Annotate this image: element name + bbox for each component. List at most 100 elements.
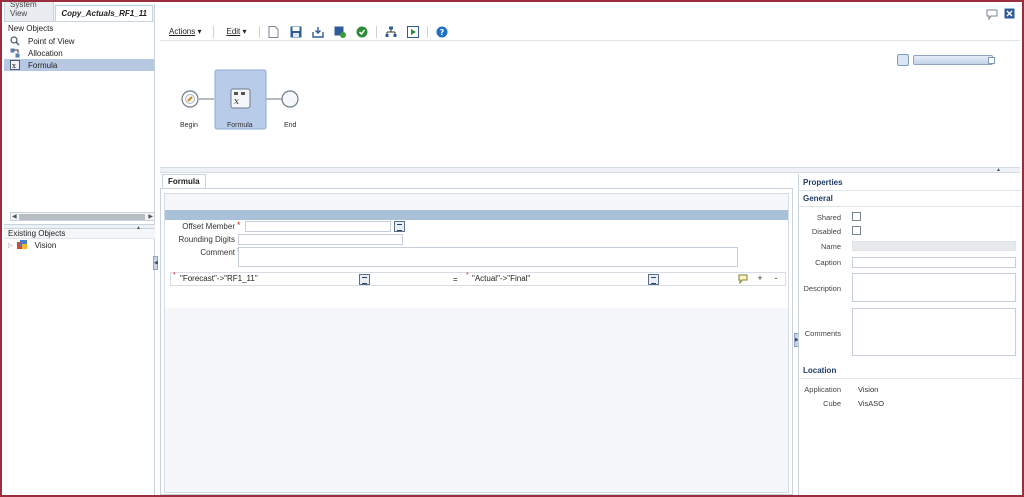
offset-member-field[interactable] [245,221,391,232]
existing-object-vision[interactable]: ▷ Vision [4,239,155,251]
close-icon[interactable] [1004,8,1016,20]
comment-icon[interactable] [738,274,748,285]
launch-icon[interactable] [406,25,419,38]
expand-arrow-icon[interactable]: ▷ [8,242,13,249]
formula-node-label: Formula [227,122,253,129]
zoom-slider[interactable] [913,55,995,65]
offset-member-label: Offset Member [182,222,235,231]
formula-icon: x [10,60,20,70]
caption-field[interactable] [852,257,1016,268]
begin-node[interactable] [181,90,199,108]
new-object-label: Point of View [28,36,75,46]
save-icon[interactable] [290,26,302,38]
left-panel-collapse-button[interactable]: ◀ [153,256,158,270]
rounding-digits-label: Rounding Digits [178,235,235,244]
left-panel: System View Copy_Actuals_RF1_11 New Obje… [4,2,155,495]
save-as-icon[interactable] [311,26,324,38]
left-horizontal-scrollbar[interactable]: ◀ ▶ [10,212,155,221]
scroll-left-icon[interactable]: ◀ [12,213,17,220]
allocation-icon [10,48,20,58]
begin-node-label: Begin [180,122,198,129]
left-tabs: System View Copy_Actuals_RF1_11 [4,2,154,22]
right-member-picker-icon[interactable] [648,274,659,285]
application-label: Application [804,385,841,394]
canvas-splitter[interactable]: ▲ [160,167,1020,173]
formula-header-band [165,210,788,220]
chat-icon[interactable] [986,8,998,21]
edit-menu[interactable]: Edit ▾ [217,27,255,36]
left-expression-field[interactable]: "Forecast"->"RF1_11" [177,274,355,285]
existing-object-label: Vision [34,240,57,250]
divider [799,190,1022,191]
toolbar-separator [375,25,377,38]
flow-diagram: x [181,69,299,130]
new-objects-title: New Objects [8,24,54,33]
left-member-picker-icon[interactable] [359,274,370,285]
disabled-label: Disabled [811,227,841,236]
disabled-checkbox[interactable] [852,226,861,235]
new-icon[interactable] [268,25,280,38]
toolbar-separator [258,25,260,38]
end-node[interactable] [281,90,299,108]
remove-row-button[interactable]: - [769,274,783,285]
toolbar-separator [213,25,215,38]
flow-canvas[interactable]: x Begin Formula End [160,42,1020,168]
cube-label: Cube [823,399,841,408]
comment-label: Comment [200,248,235,257]
new-object-allocation[interactable]: Allocation [4,47,154,59]
toolbar-separator [426,25,428,38]
name-field [852,241,1016,251]
formula-expression-row: * "Forecast"->"RF1_11" = * "Actual"->"Fi… [170,272,786,286]
help-icon[interactable]: ? [436,26,448,38]
cube-value: VisASO [858,399,885,408]
new-object-point-of-view[interactable]: Point of View [4,35,154,47]
tab-system-view[interactable]: System View [4,2,55,21]
application-icon [16,240,27,250]
collapse-up-icon[interactable]: ▲ [996,167,1001,173]
window-controls [986,8,1016,21]
tab-formula[interactable]: Formula [162,174,206,188]
edit-label: Edit [226,27,241,36]
properties-panel: Properties General Shared Disabled Name … [798,174,1022,495]
description-label: Description [803,284,841,293]
new-object-formula[interactable]: x Formula [4,59,154,71]
tab-copy-actuals[interactable]: Copy_Actuals_RF1_11 [55,5,153,21]
equals-sign: = [453,275,458,284]
zoom-fit-icon[interactable] [897,54,909,66]
scrollbar-thumb[interactable] [19,214,145,220]
caption-label: Caption [815,258,841,267]
existing-objects-section: Existing Objects ▷ Vision [4,229,155,251]
new-object-label: Formula [28,60,58,70]
shared-checkbox[interactable] [852,212,861,221]
rounding-digits-field[interactable] [238,234,403,245]
offset-member-picker-icon[interactable] [394,221,405,232]
formula-body: Offset Member * Rounding Digits Comment … [160,188,793,495]
actions-label: Actions [169,27,196,36]
svg-text:x: x [234,97,239,107]
validate-icon[interactable] [356,26,368,38]
end-node-label: End [284,122,297,129]
actions-menu[interactable]: Actions ▾ [160,27,210,36]
zoom-slider-thumb[interactable] [988,57,995,64]
name-label: Name [820,242,841,251]
comments-label: Comments [804,329,841,338]
location-section-title: Location [803,366,837,375]
deploy-icon[interactable] [334,26,346,38]
new-object-label: Allocation [28,48,63,58]
app-window: System View Copy_Actuals_RF1_11 New Obje… [0,0,1024,497]
flow-icon[interactable] [385,26,397,38]
comments-field[interactable] [852,308,1016,356]
comment-field[interactable] [238,247,738,267]
properties-title: Properties [803,178,843,187]
right-expression-field[interactable]: "Actual"->"Final" [469,274,645,285]
scroll-right-icon[interactable]: ▶ [148,213,153,220]
formula-node[interactable]: x [214,69,267,130]
description-field[interactable] [852,273,1016,302]
divider [799,378,1022,379]
divider [799,206,1022,207]
point-of-view-icon [10,36,20,46]
designer-toolbar: Actions ▾ Edit ▾ ? [160,23,1020,41]
add-row-button[interactable]: + [753,274,767,285]
required-marker: * [173,272,176,279]
general-section-title: General [803,194,833,203]
